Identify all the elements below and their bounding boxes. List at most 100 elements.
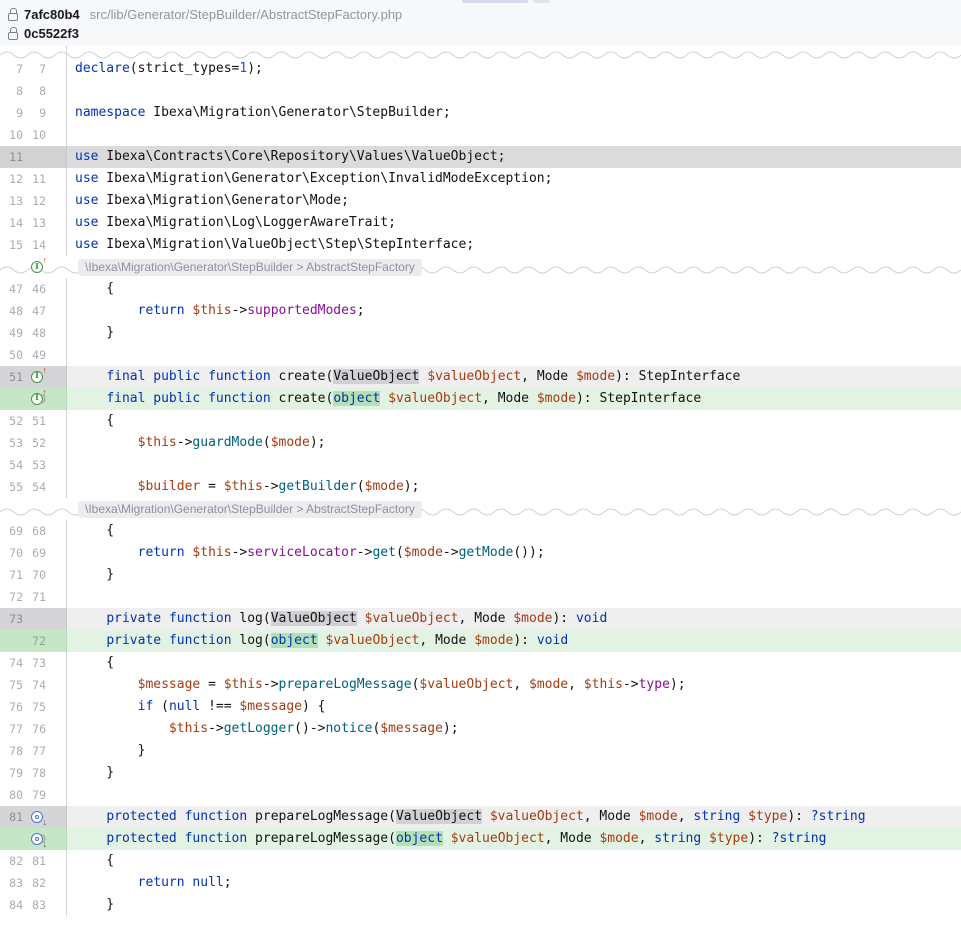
line-number-right[interactable]: 46 bbox=[26, 278, 46, 300]
code-line[interactable]: use Ibexa\Migration\Generator\Mode; bbox=[67, 190, 961, 212]
code-line[interactable]: final public function create(ValueObject… bbox=[67, 366, 961, 388]
code-line[interactable]: { bbox=[67, 520, 961, 542]
line-number-right[interactable]: 13 bbox=[26, 212, 46, 234]
line-number-left[interactable]: 75 bbox=[3, 674, 23, 696]
line-number-left[interactable] bbox=[3, 388, 23, 410]
code-line[interactable]: final public function create(object $val… bbox=[67, 388, 961, 410]
code-line[interactable]: $builder = $this->getBuilder($mode); bbox=[67, 476, 961, 498]
line-number-left[interactable]: 83 bbox=[3, 872, 23, 894]
diff-line[interactable]: 7675 if (null !== $message) { bbox=[0, 696, 961, 718]
code-line[interactable]: private function log(ValueObject $valueO… bbox=[67, 608, 961, 630]
code-line[interactable]: } bbox=[67, 740, 961, 762]
line-number-left[interactable]: 48 bbox=[3, 300, 23, 322]
overridden-method-icon[interactable]: ↓ bbox=[31, 833, 43, 845]
code-line[interactable]: private function log(object $valueObject… bbox=[67, 630, 961, 652]
code-line[interactable] bbox=[67, 784, 961, 806]
line-number-right[interactable]: 52 bbox=[26, 432, 46, 454]
line-number-left[interactable]: 72 bbox=[3, 586, 23, 608]
collapsed-region-label[interactable]: \Ibexa\Migration\Generator\StepBuilder >… bbox=[78, 259, 422, 276]
code-line[interactable]: } bbox=[67, 564, 961, 586]
line-number-left[interactable]: 11 bbox=[3, 146, 23, 168]
line-number-right[interactable]: 72 bbox=[26, 630, 46, 652]
diff-line[interactable]: 8483 } bbox=[0, 894, 961, 916]
diff-line-removed[interactable]: 51 I↑ final public function create(ValueO… bbox=[0, 366, 961, 388]
line-number-left[interactable]: 55 bbox=[3, 476, 23, 498]
code-line[interactable]: declare(strict_types=1); bbox=[67, 58, 961, 80]
diff-line[interactable]: 5251 { bbox=[0, 410, 961, 432]
diff-line[interactable]: 1211use Ibexa\Migration\Generator\Except… bbox=[0, 168, 961, 190]
line-number-right[interactable]: 69 bbox=[26, 542, 46, 564]
line-number-right[interactable]: 77 bbox=[26, 740, 46, 762]
diff-line[interactable]: 7877 } bbox=[0, 740, 961, 762]
diff-line[interactable]: 7776 $this->getLogger()->notice($message… bbox=[0, 718, 961, 740]
code-line[interactable]: $this->getLogger()->notice($message); bbox=[67, 718, 961, 740]
code-line[interactable]: use Ibexa\Migration\Generator\Exception\… bbox=[67, 168, 961, 190]
line-number-left[interactable]: 69 bbox=[3, 520, 23, 542]
line-number-left[interactable]: 73 bbox=[3, 608, 23, 630]
code-line[interactable]: { bbox=[67, 850, 961, 872]
line-number-right[interactable]: 78 bbox=[26, 762, 46, 784]
line-number-right[interactable]: 10 bbox=[26, 124, 46, 146]
code-line[interactable] bbox=[67, 586, 961, 608]
code-line[interactable]: return $this->serviceLocator->get($mode-… bbox=[67, 542, 961, 564]
line-number-left[interactable]: 8 bbox=[3, 80, 23, 102]
diff-line[interactable]: 5453 bbox=[0, 454, 961, 476]
line-number-right[interactable]: 73 bbox=[26, 652, 46, 674]
line-number-right[interactable]: 71 bbox=[26, 586, 46, 608]
line-number-right[interactable]: 7 bbox=[26, 58, 46, 80]
line-number-right[interactable]: 74 bbox=[26, 674, 46, 696]
code-line[interactable]: use Ibexa\Migration\Log\LoggerAwareTrait… bbox=[67, 212, 961, 234]
code-line[interactable] bbox=[67, 344, 961, 366]
line-number-right[interactable]: 70 bbox=[26, 564, 46, 586]
line-number-left[interactable]: 13 bbox=[3, 190, 23, 212]
line-number-right[interactable] bbox=[26, 146, 46, 168]
implementing-method-icon[interactable]: I↑ bbox=[31, 261, 43, 273]
code-line[interactable]: } bbox=[67, 894, 961, 916]
line-number-left[interactable]: 74 bbox=[3, 652, 23, 674]
code-line[interactable]: { bbox=[67, 652, 961, 674]
diff-line[interactable]: 4847 return $this->supportedModes; bbox=[0, 300, 961, 322]
diff-line[interactable]: 7574 $message = $this->prepareLogMessage… bbox=[0, 674, 961, 696]
code-line[interactable] bbox=[67, 124, 961, 146]
code-line[interactable]: return $this->supportedModes; bbox=[67, 300, 961, 322]
diff-line[interactable]: 7069 return $this->serviceLocator->get($… bbox=[0, 542, 961, 564]
diff-line[interactable]: 7170 } bbox=[0, 564, 961, 586]
diff-line[interactable]: 4746 { bbox=[0, 278, 961, 300]
line-number-left[interactable]: 7 bbox=[3, 58, 23, 80]
diff-line-removed[interactable]: 73 private function log(ValueObject $val… bbox=[0, 608, 961, 630]
line-number-left[interactable]: 9 bbox=[3, 102, 23, 124]
line-number-right[interactable]: 53 bbox=[26, 454, 46, 476]
line-number-left[interactable]: 10 bbox=[3, 124, 23, 146]
line-number-right[interactable]: 79 bbox=[26, 784, 46, 806]
line-number-left[interactable]: 49 bbox=[3, 322, 23, 344]
diff-line-added[interactable]: 72 private function log(object $valueObj… bbox=[0, 630, 961, 652]
code-line[interactable]: $message = $this->prepareLogMessage($val… bbox=[67, 674, 961, 696]
line-number-left[interactable]: 80 bbox=[3, 784, 23, 806]
diff-line[interactable]: 1413use Ibexa\Migration\Log\LoggerAwareT… bbox=[0, 212, 961, 234]
implementing-method-icon[interactable]: I↑ bbox=[31, 371, 43, 383]
code-line[interactable]: return null; bbox=[67, 872, 961, 894]
code-line[interactable]: protected function prepareLogMessage(Val… bbox=[67, 806, 961, 828]
line-number-right[interactable]: 12 bbox=[26, 190, 46, 212]
diff-line[interactable]: 7473 { bbox=[0, 652, 961, 674]
line-number-left[interactable]: 81 bbox=[3, 806, 23, 828]
line-number-right[interactable]: 49 bbox=[26, 344, 46, 366]
diff-line[interactable]: 88 bbox=[0, 80, 961, 102]
code-line[interactable]: if (null !== $message) { bbox=[67, 696, 961, 718]
line-number-left[interactable] bbox=[3, 630, 23, 652]
line-number-left[interactable]: 76 bbox=[3, 696, 23, 718]
line-number-left[interactable]: 51 bbox=[3, 366, 23, 388]
line-number-right[interactable]: 83 bbox=[26, 894, 46, 916]
line-number-right[interactable]: 48 bbox=[26, 322, 46, 344]
code-line[interactable]: } bbox=[67, 762, 961, 784]
line-number-right[interactable]: 47 bbox=[26, 300, 46, 322]
code-line[interactable]: protected function prepareLogMessage(obj… bbox=[67, 828, 961, 850]
line-number-right[interactable]: 14 bbox=[26, 234, 46, 256]
diff-line[interactable]: 99namespace Ibexa\Migration\Generator\St… bbox=[0, 102, 961, 124]
line-number-left[interactable]: 15 bbox=[3, 234, 23, 256]
line-number-right[interactable]: 82 bbox=[26, 872, 46, 894]
code-line[interactable] bbox=[67, 80, 961, 102]
line-number-left[interactable]: 70 bbox=[3, 542, 23, 564]
line-number-right[interactable]: 76 bbox=[26, 718, 46, 740]
diff-line[interactable]: 7978 } bbox=[0, 762, 961, 784]
